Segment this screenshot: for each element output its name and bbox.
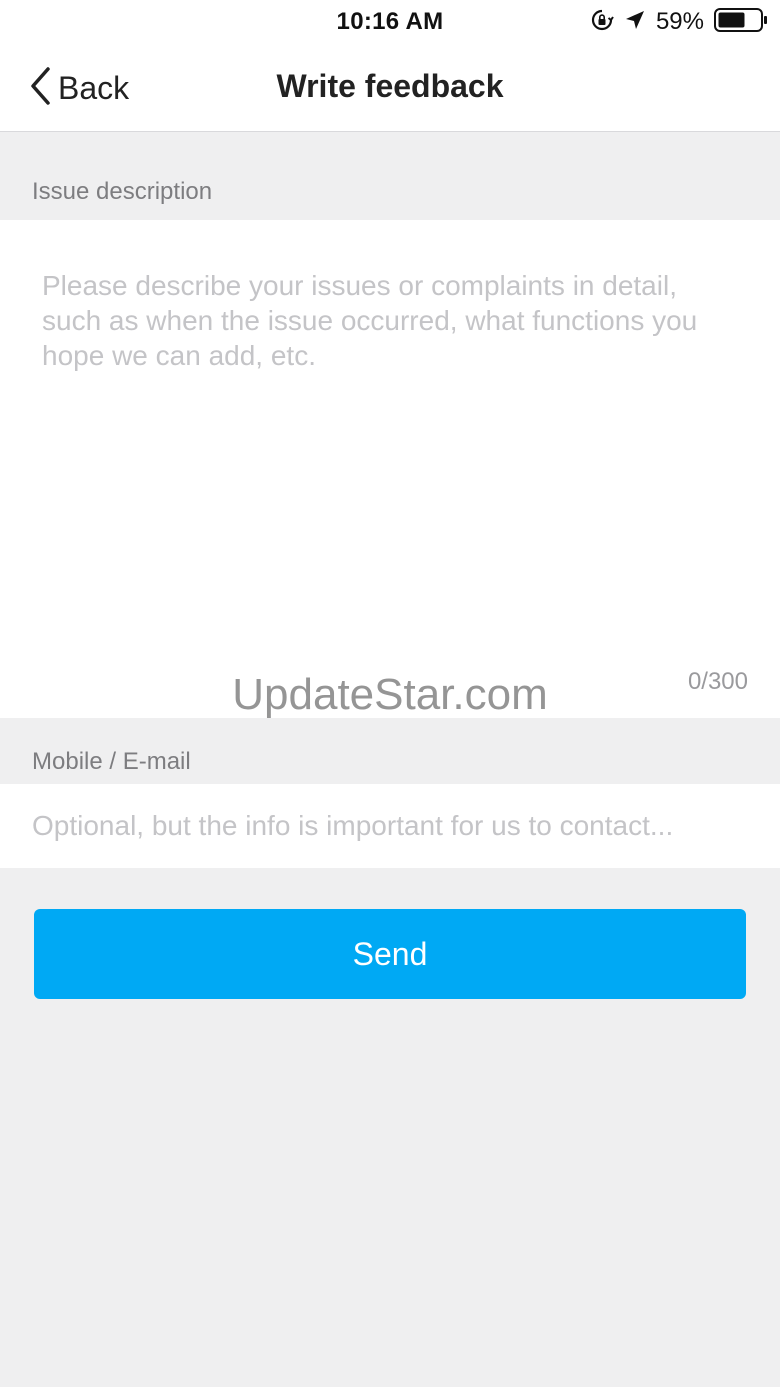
- status-indicators: 59%: [590, 7, 768, 38]
- character-counter: 0/300: [687, 668, 748, 695]
- battery-icon: [714, 7, 768, 38]
- status-bar: 10:16 AM 59%: [0, 0, 780, 44]
- contact-input[interactable]: [32, 784, 748, 868]
- issue-description-input[interactable]: [42, 268, 742, 648]
- contact-box: [0, 784, 780, 868]
- battery-percent: 59%: [655, 8, 704, 35]
- contact-label: Mobile / E-mail: [32, 748, 191, 775]
- orientation-lock-icon: [590, 8, 614, 37]
- navigation-bar: Back Write feedback: [0, 44, 780, 132]
- issue-description-box: 0/300: [0, 220, 780, 718]
- send-button[interactable]: Send: [34, 909, 746, 999]
- page-title: Write feedback: [276, 68, 504, 104]
- location-arrow-icon: [624, 9, 646, 36]
- issue-description-label: Issue description: [32, 178, 213, 205]
